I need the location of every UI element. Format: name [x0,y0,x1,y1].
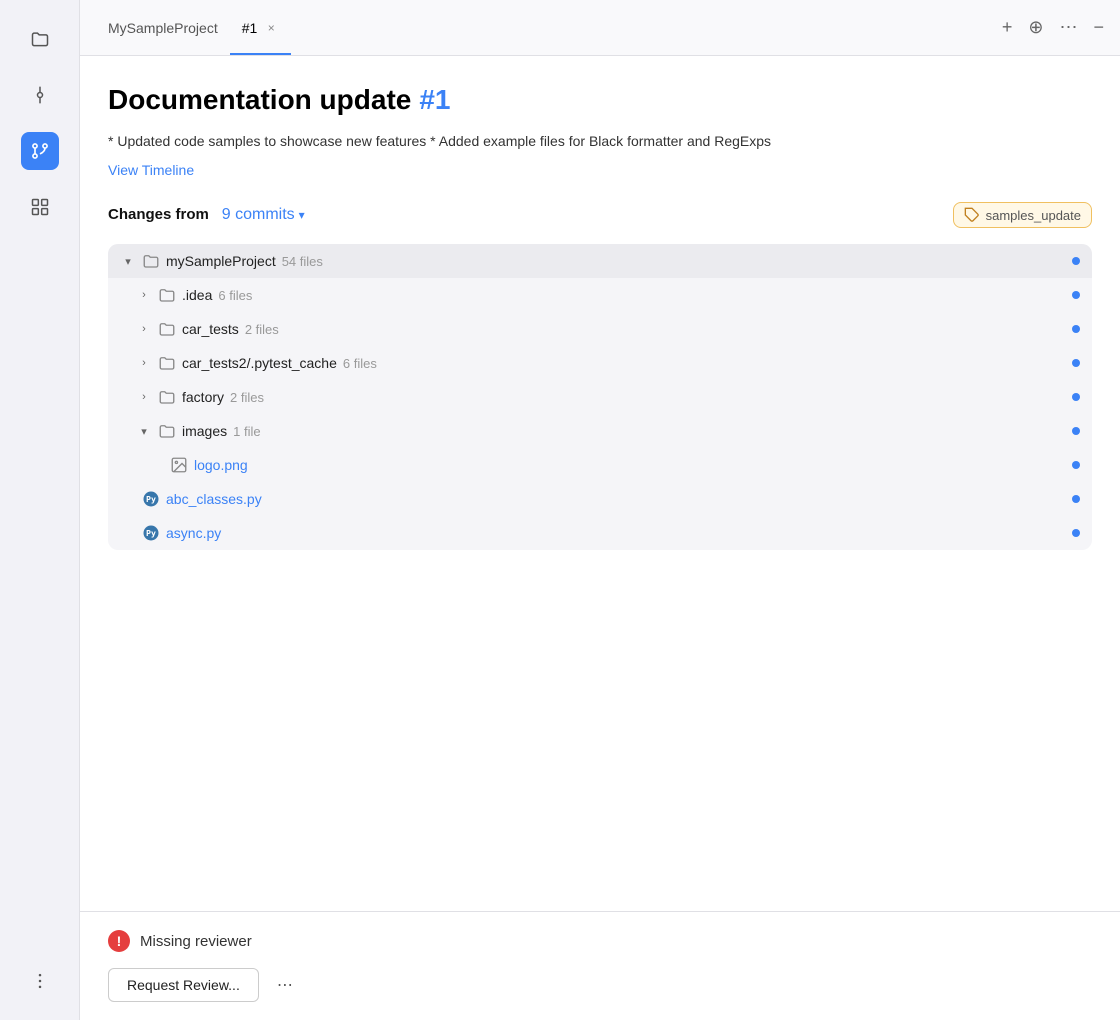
file-tree: ▾ mySampleProject 54 files › .idea 6 fil… [108,244,1092,550]
tab-pr-label: #1 [242,20,258,36]
chevron-down-icon: ▾ [120,253,136,269]
content-area: Documentation update #1 * Updated code s… [80,56,1120,911]
images-dot [1072,427,1080,435]
folder-idea-count: 6 files [218,288,252,303]
changes-from-text: Changes from [108,206,209,223]
abc-classes-dot [1072,495,1080,503]
error-icon: ! [108,930,130,952]
dropdown-chevron-icon: ▾ [299,208,305,222]
folder-icon-images [158,422,176,440]
more-actions-button[interactable]: ⋯ [271,971,299,999]
missing-reviewer-row: ! Missing reviewer [108,930,1092,952]
logo-png-dot [1072,461,1080,469]
tab-project-label: MySampleProject [108,20,218,36]
root-dot [1072,257,1080,265]
actions-row: Request Review... ⋯ [108,968,1092,1002]
folder-icon-car-tests [158,320,176,338]
sidebar-item-folder[interactable] [21,20,59,58]
tree-row-car-tests[interactable]: › car_tests 2 files [108,312,1092,346]
tag-icon [964,207,980,223]
pr-description: * Updated code samples to showcase new f… [108,130,1092,152]
add-button[interactable]: + [1002,17,1013,38]
tree-row-pytest-cache[interactable]: › car_tests2/.pytest_cache 6 files [108,346,1092,380]
python-icon-async: Py [142,524,160,542]
topbar-actions: + ⊕ ⋯ − [1002,17,1104,38]
file-logo-png-name: logo.png [194,457,248,473]
changes-label: Changes from 9 commits ▾ [108,206,305,224]
factory-dot [1072,393,1080,401]
folder-icon-root [142,252,160,270]
bottom-section: ! Missing reviewer Request Review... ⋯ [80,911,1120,1020]
main-panel: MySampleProject #1 × + ⊕ ⋯ − Documentati… [80,0,1120,1020]
changes-row: Changes from 9 commits ▾ samples_update [108,202,1092,228]
sidebar-item-more[interactable] [21,962,59,1000]
tag-badge: samples_update [953,202,1092,228]
tag-label: samples_update [986,208,1081,223]
folder-car-tests-name: car_tests [182,321,239,337]
sidebar [0,0,80,1020]
pr-title: Documentation update #1 [108,84,1092,116]
file-async-py-name: async.py [166,525,221,541]
async-py-dot [1072,529,1080,537]
folder-images-name: images [182,423,227,439]
tree-row-abc-classes[interactable]: Py abc_classes.py [108,482,1092,516]
pr-title-text: Documentation update [108,84,411,116]
topbar: MySampleProject #1 × + ⊕ ⋯ − [80,0,1120,56]
folder-images-count: 1 file [233,424,260,439]
folder-factory-name: factory [182,389,224,405]
view-timeline-link[interactable]: View Timeline [108,162,194,178]
minimize-button[interactable]: − [1093,17,1104,38]
root-folder-count: 54 files [282,254,323,269]
overflow-menu-button[interactable]: ⋯ [1059,17,1077,38]
target-button[interactable]: ⊕ [1028,17,1043,38]
folder-pytest-count: 6 files [343,356,377,371]
folder-icon-idea [158,286,176,304]
tab-pr[interactable]: #1 × [230,0,292,55]
python-icon-abc: Py [142,490,160,508]
chevron-down-icon-images: ▾ [136,423,152,439]
chevron-right-icon-pytest: › [136,355,152,371]
image-file-icon [170,456,188,474]
sidebar-item-pullrequest[interactable] [21,132,59,170]
request-review-button[interactable]: Request Review... [108,968,259,1002]
chevron-right-icon-car-tests: › [136,321,152,337]
folder-idea-name: .idea [182,287,212,303]
folder-icon-factory [158,388,176,406]
folder-pytest-name: car_tests2/.pytest_cache [182,355,337,371]
tree-row-factory[interactable]: › factory 2 files [108,380,1092,414]
sidebar-item-grid[interactable] [21,188,59,226]
file-abc-classes-name: abc_classes.py [166,491,262,507]
svg-text:Py: Py [146,528,156,538]
tree-row-root[interactable]: ▾ mySampleProject 54 files [108,244,1092,278]
tab-close-button[interactable]: × [263,20,279,36]
tab-project[interactable]: MySampleProject [96,0,230,55]
commits-dropdown[interactable]: 9 commits ▾ [213,206,304,224]
tree-row-async-py[interactable]: Py async.py [108,516,1092,550]
folder-icon-pytest [158,354,176,372]
missing-reviewer-label: Missing reviewer [140,933,252,950]
svg-text:Py: Py [146,494,156,504]
pytest-dot [1072,359,1080,367]
folder-car-tests-count: 2 files [245,322,279,337]
sidebar-item-commit[interactable] [21,76,59,114]
car-tests-dot [1072,325,1080,333]
pr-number: #1 [419,84,450,116]
tree-row-idea[interactable]: › .idea 6 files [108,278,1092,312]
commits-count: 9 commits [222,206,295,224]
folder-factory-count: 2 files [230,390,264,405]
chevron-right-icon-factory: › [136,389,152,405]
tree-row-images[interactable]: ▾ images 1 file [108,414,1092,448]
chevron-right-icon-idea: › [136,287,152,303]
idea-dot [1072,291,1080,299]
root-folder-name: mySampleProject [166,253,276,269]
tree-row-logo-png[interactable]: logo.png [108,448,1092,482]
